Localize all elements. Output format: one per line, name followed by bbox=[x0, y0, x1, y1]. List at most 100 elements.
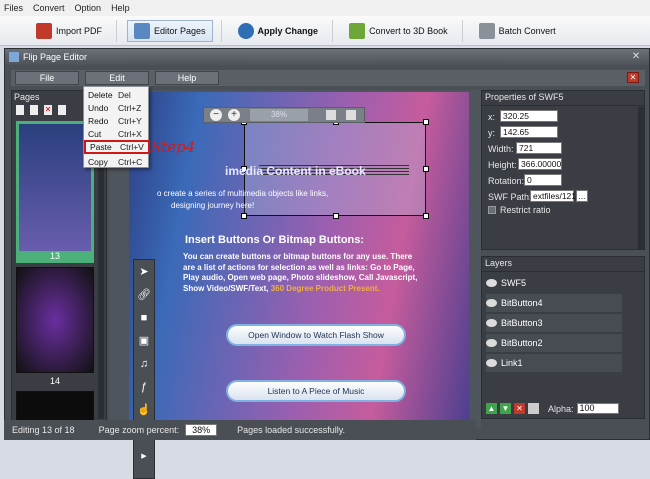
rotation-input[interactable]: 0 bbox=[524, 174, 562, 186]
eye-icon[interactable] bbox=[486, 299, 497, 307]
properties-panel: Properties of SWF5 x: 320.25 y: 142.65 W… bbox=[481, 90, 645, 250]
page-thumbnail-14[interactable] bbox=[16, 267, 94, 373]
menu-item-delete[interactable]: Delete Del bbox=[84, 88, 150, 101]
layer-item[interactable]: SWF5 bbox=[486, 274, 622, 292]
flash-tool-icon[interactable]: ƒ bbox=[134, 375, 154, 398]
youtube-tool-icon[interactable]: ▶ bbox=[134, 444, 154, 467]
editor-menubar: File Edit Help ✕ bbox=[11, 70, 645, 86]
close-editor-icon[interactable]: ✕ bbox=[627, 72, 639, 83]
layer-image-icon[interactable] bbox=[528, 403, 539, 414]
menu-item-paste[interactable]: Paste Ctrl+V bbox=[84, 140, 150, 154]
width-label: Width: bbox=[488, 143, 514, 154]
audio-tool-icon[interactable]: ♫ bbox=[134, 352, 154, 375]
resize-handle[interactable] bbox=[333, 213, 339, 219]
menu-edit[interactable]: Edit bbox=[85, 71, 149, 85]
status-zoom-label: Page zoom percent: bbox=[98, 425, 180, 435]
resize-handle[interactable] bbox=[241, 213, 247, 219]
browse-button[interactable]: ... bbox=[576, 190, 588, 202]
layer-item[interactable]: BitButton4 bbox=[486, 294, 622, 312]
redo-shortcut: Ctrl+Y bbox=[118, 115, 142, 126]
status-message: Pages loaded successfully. bbox=[237, 425, 346, 435]
editor-pages-button[interactable]: Editor Pages bbox=[127, 19, 213, 42]
apply-change-label: Apply Change bbox=[257, 25, 319, 36]
restrict-ratio-checkbox[interactable] bbox=[488, 205, 496, 214]
pages-scrollbar[interactable] bbox=[98, 149, 104, 419]
properties-divider bbox=[482, 105, 644, 106]
menu-option[interactable]: Option bbox=[75, 3, 102, 13]
menu-item-copy[interactable]: Copy Ctrl+C bbox=[84, 155, 150, 168]
fit-page-icon[interactable] bbox=[326, 110, 336, 120]
import-pdf-icon bbox=[36, 22, 52, 39]
delete-page-icon[interactable]: ✕ bbox=[44, 105, 52, 115]
menu-item-undo[interactable]: Undo Ctrl+Z bbox=[84, 101, 150, 114]
layer-item[interactable]: Link1 bbox=[486, 354, 622, 372]
page-settings-icon[interactable] bbox=[58, 105, 66, 115]
eye-icon[interactable] bbox=[486, 359, 497, 367]
properties-scrollbar[interactable] bbox=[638, 107, 644, 249]
button-tool-icon[interactable]: ☝ bbox=[134, 398, 154, 421]
layers-title: Layers bbox=[485, 258, 513, 268]
toolbar-separator bbox=[461, 19, 463, 42]
import-pdf-button[interactable]: Import PDF bbox=[30, 20, 108, 42]
menu-files[interactable]: Files bbox=[4, 3, 23, 13]
delete-layer-icon[interactable]: ✕ bbox=[514, 403, 525, 414]
cut-shortcut: Ctrl+X bbox=[118, 128, 142, 139]
menu-help[interactable]: Help bbox=[155, 71, 219, 85]
app-toolbar: Import PDF Editor Pages Apply Change Con… bbox=[0, 16, 650, 46]
height-input[interactable]: 366.00000 bbox=[518, 158, 562, 170]
image-tool-icon[interactable]: ▣ bbox=[134, 329, 154, 352]
apply-change-button[interactable]: Apply Change bbox=[232, 20, 325, 42]
page-number-13: 13 bbox=[16, 251, 94, 263]
move-up-icon[interactable]: ▲ bbox=[486, 403, 497, 414]
window-titlebar: Flip Page Editor ✕ bbox=[5, 49, 649, 65]
listen-music-button[interactable]: Listen to A Piece of Music bbox=[226, 380, 406, 402]
step4-annotation: Step4 bbox=[151, 138, 196, 156]
eye-icon[interactable] bbox=[486, 339, 497, 347]
swf-path-input[interactable]: extfiles/121 bbox=[530, 190, 576, 202]
eye-icon[interactable] bbox=[486, 279, 497, 287]
fit-width-icon[interactable] bbox=[346, 110, 356, 120]
copy-page-icon[interactable] bbox=[30, 105, 38, 115]
x-input[interactable]: 320.25 bbox=[500, 110, 558, 122]
video-tool-icon[interactable]: ■ bbox=[134, 306, 154, 329]
undo-shortcut: Ctrl+Z bbox=[118, 102, 142, 113]
y-input[interactable]: 142.65 bbox=[500, 126, 558, 138]
batch-convert-button[interactable]: Batch Convert bbox=[473, 20, 562, 42]
menu-item-redo[interactable]: Redo Ctrl+Y bbox=[84, 114, 150, 127]
eye-icon[interactable] bbox=[486, 319, 497, 327]
layer-item[interactable]: BitButton3 bbox=[486, 314, 622, 332]
link-tool-icon[interactable]: 🔗︎ bbox=[134, 283, 154, 306]
editor-pages-label: Editor Pages bbox=[154, 25, 206, 36]
y-label: y: bbox=[488, 127, 496, 138]
menu-item-cut[interactable]: Cut Ctrl+X bbox=[84, 127, 150, 140]
width-input[interactable]: 721 bbox=[516, 142, 562, 154]
zoom-in-icon[interactable]: + bbox=[228, 109, 240, 121]
resize-handle[interactable] bbox=[423, 119, 429, 125]
window-close-icon[interactable]: ✕ bbox=[629, 51, 643, 63]
menu-convert[interactable]: Convert bbox=[33, 3, 65, 13]
menu-help[interactable]: Help bbox=[111, 3, 130, 13]
height-label: Height: bbox=[488, 159, 517, 170]
page-number-14: 14 bbox=[49, 376, 60, 386]
section-highlight-link[interactable]: 360 Degree Product Present. bbox=[271, 284, 380, 293]
layer-item[interactable]: BitButton2 bbox=[486, 334, 622, 352]
move-down-icon[interactable]: ▼ bbox=[500, 403, 511, 414]
delete-label: Delete bbox=[88, 89, 113, 100]
page-intro-line2: designing journey here! bbox=[171, 201, 255, 210]
convert-3d-button[interactable]: Convert to 3D Book bbox=[343, 20, 454, 42]
zoom-input[interactable]: 38% bbox=[250, 109, 308, 121]
alpha-input[interactable]: 100 bbox=[576, 403, 619, 414]
toolbar-separator bbox=[220, 19, 222, 42]
convert-3d-label: Convert to 3D Book bbox=[369, 25, 448, 36]
menu-file[interactable]: File bbox=[15, 71, 79, 85]
cut-label: Cut bbox=[88, 128, 102, 139]
resize-handle[interactable] bbox=[423, 213, 429, 219]
layer-label: BitButton2 bbox=[501, 338, 543, 348]
new-page-icon[interactable] bbox=[16, 105, 24, 115]
watch-flash-button[interactable]: Open Window to Watch Flash Show bbox=[226, 324, 406, 346]
resize-handle[interactable] bbox=[423, 166, 429, 172]
zoom-out-icon[interactable]: − bbox=[210, 109, 222, 121]
status-editing: Editing 13 of 18 bbox=[12, 425, 75, 435]
status-zoom-value: 38% bbox=[185, 424, 218, 436]
select-tool-icon[interactable]: ➤ bbox=[134, 260, 154, 283]
